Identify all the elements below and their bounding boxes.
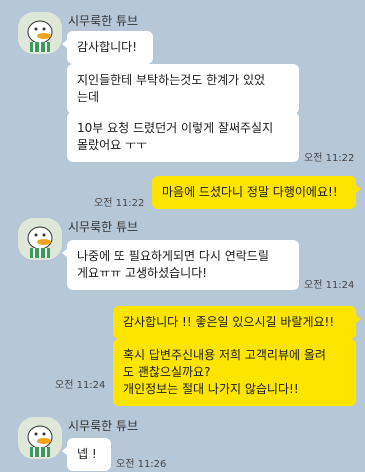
my-message-bubble[interactable]: 혹시 답변주신내용 저희 고객리뷰에 올려 도 괜찮으실까요? 개인정보는 절대… [113, 339, 356, 406]
duck-avatar-icon[interactable] [18, 417, 62, 459]
sender-name: 시무룩한 튜브 [68, 220, 139, 234]
message-bubble[interactable]: 나중에 또 필요하게되면 다시 연락드릴 게요ㅠㅠ 고생하셨습니다! [62, 240, 299, 290]
duck-avatar-icon[interactable] [18, 218, 62, 260]
message-bubble[interactable]: 넵 ! [62, 438, 111, 471]
sender-name: 시무룩한 튜브 [68, 14, 139, 28]
message-bubble[interactable]: 감사합니다! [62, 31, 153, 64]
message-time: 오전 11:24 [55, 380, 106, 391]
my-message-bubble[interactable]: 마음에 드셨다니 정말 다행이에요!! [152, 176, 361, 209]
sender-name: 시무룩한 튜브 [68, 419, 139, 433]
message-bubble[interactable]: 10부 요청 드렸던거 이렇게 잘써주실지 몰랐어요 ㅜㅜ [67, 112, 299, 162]
message-bubble[interactable]: 지인들한테 부탁하는것도 한계가 있었 는데 [67, 64, 299, 114]
message-time: 오전 11:22 [304, 153, 355, 164]
message-time: 오전 11:26 [116, 459, 167, 470]
duck-avatar-icon[interactable] [18, 12, 62, 54]
message-time: 오전 11:22 [94, 198, 145, 209]
my-message-bubble[interactable]: 감사합니다 !! 좋은일 있으시길 바랄게요!! [113, 306, 361, 339]
message-time: 오전 11:24 [304, 280, 355, 291]
